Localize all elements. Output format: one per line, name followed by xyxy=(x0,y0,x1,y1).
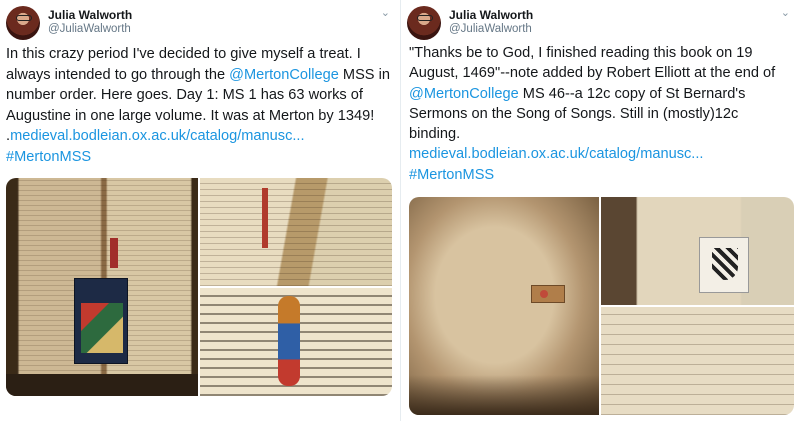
author-name[interactable]: Julia Walworth xyxy=(449,8,533,22)
mention-link[interactable]: @MertonCollege xyxy=(229,67,339,83)
media-image-manuscript-with-book[interactable] xyxy=(6,178,198,396)
hashtag-link[interactable]: #MertonMSS xyxy=(6,149,91,165)
mention-link[interactable]: @MertonCollege xyxy=(409,86,519,102)
shadow xyxy=(409,375,599,415)
url-link[interactable]: medieval.bodleian.ox.ac.uk/catalog/manus… xyxy=(10,128,304,144)
paperback-book xyxy=(74,278,128,364)
media-image-leather-binding[interactable] xyxy=(409,197,599,415)
bookplate-crest xyxy=(699,237,749,293)
media-image-bookplate[interactable] xyxy=(601,197,794,305)
media-image-manuscript-pages[interactable] xyxy=(200,178,392,286)
media-image-inscription-note[interactable] xyxy=(601,307,794,415)
red-initial-decoration xyxy=(110,238,118,268)
tweet-text: In this crazy period I've decided to giv… xyxy=(6,44,392,167)
tweet-header: Julia Walworth @JuliaWalworth ⌄ xyxy=(6,6,390,42)
chevron-down-icon[interactable]: ⌄ xyxy=(381,6,390,19)
shelf xyxy=(6,374,198,396)
author-handle[interactable]: @JuliaWalworth xyxy=(449,23,532,35)
avatar[interactable] xyxy=(407,6,441,40)
clasp xyxy=(531,285,565,303)
media-grid xyxy=(409,197,794,415)
tweet-header: Julia Walworth @JuliaWalworth ⌄ xyxy=(407,6,790,42)
media-image-decorated-initial[interactable] xyxy=(200,288,392,396)
tweet-text: "Thanks be to God, I finished reading th… xyxy=(409,43,793,185)
tweet-2: Julia Walworth @JuliaWalworth ⌄ "Thanks … xyxy=(400,0,800,421)
chevron-down-icon[interactable]: ⌄ xyxy=(781,6,790,19)
author-name[interactable]: Julia Walworth xyxy=(48,8,132,22)
avatar[interactable] xyxy=(6,6,40,40)
tweet-1: Julia Walworth @JuliaWalworth ⌄ In this … xyxy=(0,0,400,421)
media-grid xyxy=(6,178,392,396)
hashtag-link[interactable]: #MertonMSS xyxy=(409,167,494,183)
author-handle[interactable]: @JuliaWalworth xyxy=(48,23,131,35)
tweet-text-part: "Thanks be to God, I finished reading th… xyxy=(409,45,776,82)
url-link[interactable]: medieval.bodleian.ox.ac.uk/catalog/manus… xyxy=(409,146,703,162)
